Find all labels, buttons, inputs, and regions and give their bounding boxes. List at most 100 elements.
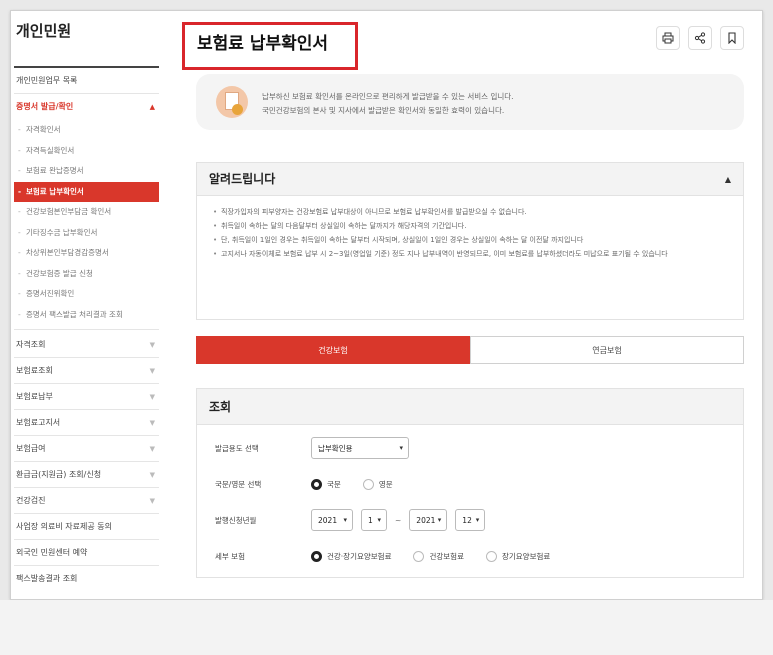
sidebar-item-label: 건강검진 [16, 496, 46, 505]
language-row: 국문/영문 선택 국문 영문 [215, 473, 415, 495]
intro-box: 납부하신 보험료 확인서를 온라인으로 편리하게 발급받을 수 있는 서비스 입… [196, 74, 744, 130]
query-panel: 조회 발급용도 선택 납부확인용 ▾ 국문/영문 선택 국문 영문 발행신청년월… [196, 388, 744, 578]
chevron-down-icon: ▼ [149, 393, 155, 401]
share-icon [694, 32, 706, 44]
chevron-down-icon: ▼ [149, 367, 155, 375]
notice-title: 알려드립니다 [209, 172, 276, 186]
sidebar-subitem[interactable]: 증명서 팩스발급 처리결과 조회 [14, 305, 159, 326]
sidebar-subitem[interactable]: 기타징수금 납부확인서 [14, 223, 159, 244]
sidebar-item-label: 보험료납부 [16, 392, 53, 401]
radio-label: 국문 [327, 479, 341, 489]
sidebar-item-label: 사업장 의료비 자료제공 동의 [16, 522, 112, 531]
intro-text: 납부하신 보험료 확인서를 온라인으로 편리하게 발급받을 수 있는 서비스 입… [262, 90, 514, 118]
radio-dot-checked [311, 478, 322, 490]
radio-dot [485, 550, 497, 562]
sidebar-item-qualification[interactable]: 자격조회 ▼ [14, 332, 159, 358]
collapse-icon[interactable]: ▲ [725, 163, 731, 196]
bookmark-button[interactable] [720, 26, 744, 50]
purpose-row: 발급용도 선택 납부확인용 ▾ [215, 437, 409, 459]
sidebar-item-premium-payment[interactable]: 보험료납부 ▼ [14, 384, 159, 410]
query-title: 조회 [197, 389, 743, 425]
sidebar-item-premium-inquiry[interactable]: 보험료조회 ▼ [14, 358, 159, 384]
radio-label: 장기요양보험료 [501, 551, 551, 561]
sidebar-submenu: 자격확인서 자격득실확인서 보험료 완납증명서 보험료 납부확인서 건강보험본인… [14, 120, 159, 330]
print-button[interactable] [656, 26, 680, 50]
sidebar-subitem[interactable]: 보험료 완납증명서 [14, 161, 159, 182]
chevron-down-icon: ▾ [475, 516, 480, 524]
sidebar-subitem[interactable]: 차상위본인부담경감증명서 [14, 243, 159, 264]
sidebar-item-foreigner-reservation[interactable]: 외국인 민원센터 예약 [14, 540, 159, 566]
sidebar-item-label: 보험급여 [16, 444, 46, 453]
radio-dot [413, 550, 425, 562]
from-year-value: 2021 [318, 515, 338, 525]
sidebar-item-label: 개인민원업무 목록 [16, 76, 78, 85]
sidebar-item-checkup[interactable]: 건강검진 ▼ [14, 488, 159, 514]
radio-health[interactable]: 건강보험료 [413, 550, 464, 562]
page-title: 보험료 납부확인서 [182, 22, 358, 70]
sidebar-item-label: 보험료조회 [16, 366, 53, 375]
tab-pension-insurance[interactable]: 연금보험 [470, 336, 744, 364]
intro-line: 납부하신 보험료 확인서를 온라인으로 편리하게 발급받을 수 있는 서비스 입… [262, 92, 514, 101]
radio-dot [362, 478, 374, 490]
radio-english[interactable]: 영문 [362, 478, 393, 490]
to-year-select[interactable]: 2021 ▾ [409, 509, 448, 531]
sidebar-item-label: 환급금(지원금) 조회/신청 [16, 470, 102, 479]
detail-label: 세부 보험 [215, 551, 245, 561]
document-icon [216, 86, 248, 118]
to-month-select[interactable]: 12 ▾ [455, 509, 486, 531]
sidebar-subitem[interactable]: 건강보험본인부담금 확인서 [14, 202, 159, 223]
purpose-value: 납부확인용 [318, 443, 353, 453]
from-month-value: 1 [368, 515, 373, 525]
period-label: 발행신청년월 [215, 515, 257, 525]
notice-list: 직장가입자의 피부양자는 건강보험료 납부대상이 아니므로 보험료 납부확인서를… [197, 196, 743, 261]
language-label: 국문/영문 선택 [215, 479, 262, 489]
chevron-down-icon: ▼ [149, 471, 155, 479]
bookmark-icon [728, 32, 736, 44]
radio-label: 영문 [378, 479, 393, 489]
sidebar-item-fax-result[interactable]: 팩스발송결과 조회 [14, 566, 159, 592]
chevron-down-icon: ▼ [149, 445, 155, 453]
notice-item: 취득일이 속하는 달의 다음달부터 상실일이 속하는 달까지가 해당자격의 기간… [213, 220, 729, 233]
chevron-down-icon: ▾ [437, 516, 442, 524]
sidebar-item-certificate[interactable]: 증명서 발급/확인 ▲ [14, 94, 159, 120]
sidebar-subitem[interactable]: 증명서진위확인 [14, 284, 159, 305]
insurance-tabs: 건강보험 연금보험 [196, 336, 744, 364]
chevron-down-icon: ▾ [399, 444, 403, 452]
purpose-label: 발급용도 선택 [215, 443, 259, 453]
purpose-select[interactable]: 납부확인용 ▾ [311, 437, 409, 459]
sidebar-subitem-selected[interactable]: 보험료 납부확인서 [14, 181, 159, 202]
sidebar-item-benefits[interactable]: 보험급여 ▼ [14, 436, 159, 462]
radio-ltc[interactable]: 장기요양보험료 [485, 550, 551, 562]
range-separator: ~ [395, 515, 402, 525]
tab-health-insurance[interactable]: 건강보험 [196, 336, 470, 364]
radio-dot-checked [311, 550, 322, 562]
chevron-down-icon: ▾ [377, 516, 381, 524]
detail-row: 세부 보험 건강·장기요양보험료 건강보험료 장기요양보험료 [215, 545, 572, 567]
radio-health-ltc[interactable]: 건강·장기요양보험료 [311, 550, 391, 562]
radio-korean[interactable]: 국문 [311, 478, 341, 490]
notice-header[interactable]: 알려드립니다 ▲ [197, 163, 743, 196]
to-month-value: 12 [462, 515, 472, 525]
sidebar-item-refund[interactable]: 환급금(지원금) 조회/신청 ▼ [14, 462, 159, 488]
sidebar-item-label: 외국인 민원센터 예약 [16, 548, 88, 557]
sidebar-item-medical-consent[interactable]: 사업장 의료비 자료제공 동의 [14, 514, 159, 540]
sidebar-subitem[interactable]: 자격확인서 [14, 120, 159, 141]
sidebar-item-label: 증명서 발급/확인 [16, 102, 74, 111]
share-button[interactable] [688, 26, 712, 50]
chevron-down-icon: ▼ [149, 419, 155, 427]
sidebar-item-premium-bill[interactable]: 보험료고지서 ▼ [14, 410, 159, 436]
period-row: 발행신청년월 2021 ▾ 1 ▾ ~ 2021 ▾ 12 ▾ [215, 509, 486, 531]
chevron-down-icon: ▼ [149, 341, 155, 349]
sidebar-subitem[interactable]: 건강보험증 발급 신청 [14, 264, 159, 285]
notice-item: 고지서나 자동이체로 보험료 납부 시 2~3일(영업일 기준) 정도 지나 납… [213, 248, 729, 261]
notice-item: 직장가입자의 피부양자는 건강보험료 납부대상이 아니므로 보험료 납부확인서를… [213, 206, 729, 219]
sidebar-subitem[interactable]: 자격득실확인서 [14, 141, 159, 162]
sidebar-item-label: 보험료고지서 [16, 418, 61, 427]
radio-label: 건강보험료 [429, 551, 464, 561]
sidebar-item-civil-list[interactable]: 개인민원업무 목록 [14, 68, 159, 94]
chevron-down-icon: ▾ [343, 516, 347, 524]
from-year-select[interactable]: 2021 ▾ [311, 509, 353, 531]
chevron-down-icon: ▼ [149, 497, 155, 505]
notice-item: 단, 취득일이 1일인 경우는 취득일이 속하는 달부터 시작되며, 상실일이 … [213, 234, 729, 247]
from-month-select[interactable]: 1 ▾ [361, 509, 387, 531]
